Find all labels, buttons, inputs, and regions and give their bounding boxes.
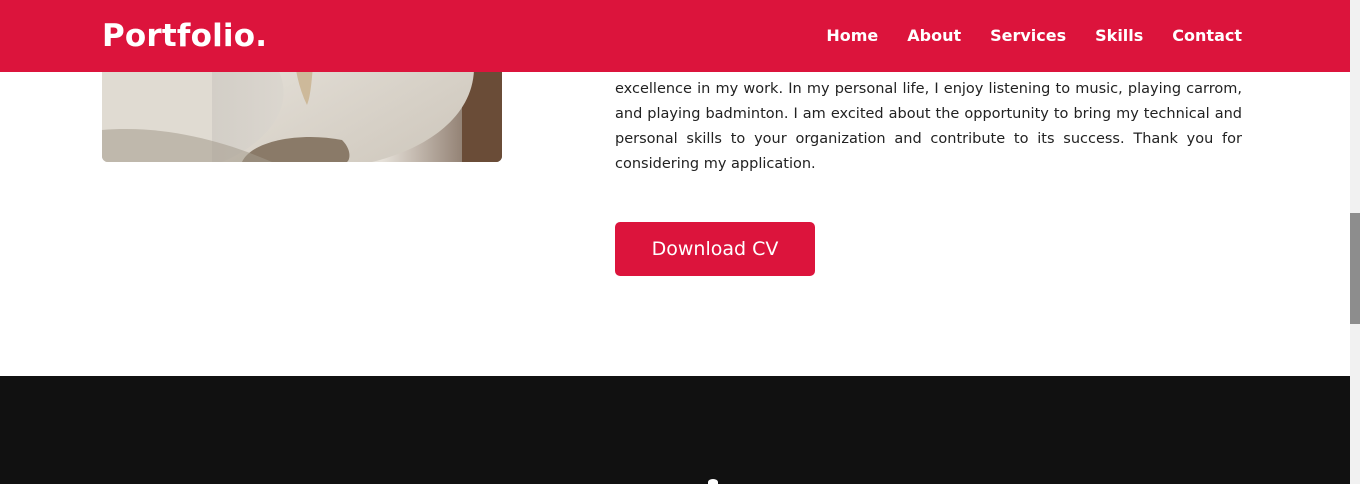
top-navbar: Portfolio. Home About Services Skills Co… — [0, 0, 1350, 72]
nav-home-link[interactable]: Home — [826, 26, 878, 45]
nav-services-item: Services — [990, 26, 1066, 46]
nav-skills-item: Skills — [1095, 26, 1143, 46]
download-cv-button[interactable]: Download CV — [615, 222, 815, 276]
vertical-scrollbar[interactable] — [1350, 0, 1360, 484]
main-navigation: Home About Services Skills Contact — [826, 0, 1242, 72]
nav-contact-item: Contact — [1172, 26, 1242, 46]
footer-icon-top — [708, 479, 718, 484]
nav-home-item: Home — [826, 26, 878, 46]
nav-contact-link[interactable]: Contact — [1172, 26, 1242, 45]
page-footer — [0, 376, 1350, 484]
nav-about-item: About — [907, 26, 961, 46]
nav-services-link[interactable]: Services — [990, 26, 1066, 45]
nav-about-link[interactable]: About — [907, 26, 961, 45]
site-logo[interactable]: Portfolio. — [102, 14, 267, 58]
nav-skills-link[interactable]: Skills — [1095, 26, 1143, 45]
portfolio-page: Portfolio. Home About Services Skills Co… — [0, 0, 1360, 484]
scrollbar-thumb[interactable] — [1350, 213, 1360, 324]
